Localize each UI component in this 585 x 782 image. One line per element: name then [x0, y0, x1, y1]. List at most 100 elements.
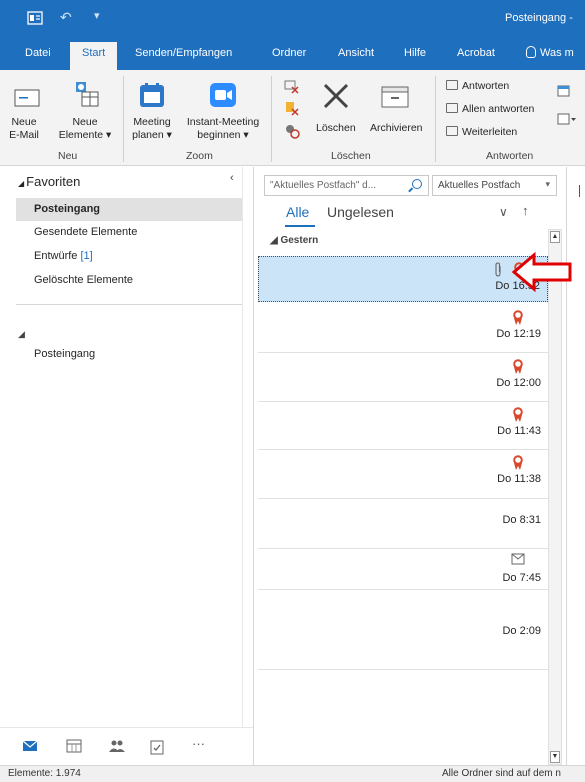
meeting-calendar-icon[interactable] [139, 82, 165, 108]
chevron-down-icon: ▾ [545, 179, 550, 189]
tab-acrobat[interactable]: Acrobat [457, 47, 495, 59]
search-icon[interactable] [412, 179, 422, 189]
favorites-expand-icon: ◢ [18, 179, 25, 188]
group-label-neu: Neu [58, 150, 78, 162]
message-row[interactable]: Do 16:52 [258, 256, 548, 302]
ribbon-tab-strip: Datei Start Senden/Empfangen Ordner Ansi… [0, 38, 585, 70]
message-row[interactable]: Do 11:43 [258, 402, 548, 450]
message-row[interactable]: Do 12:19 [258, 305, 548, 353]
ribbon-badge-icon[interactable] [512, 359, 524, 375]
outlook-app-icon [27, 11, 43, 25]
new-items-button[interactable]: Neue Elemente ▾ [56, 116, 114, 142]
tab-ordner[interactable]: Ordner [272, 47, 306, 59]
folder-entwuerfe[interactable]: Entwürfe [1] [16, 245, 242, 268]
group-header-gestern[interactable]: ◢ Gestern [270, 235, 318, 246]
forward-label: Weiterleiten [462, 126, 518, 138]
calendar-nav-icon[interactable] [66, 739, 82, 753]
message-time: Do 7:45 [502, 572, 541, 584]
reply-label: Antworten [462, 80, 510, 92]
undo-icon[interactable]: ↶ [60, 9, 72, 26]
ribbon-badge-icon[interactable] [512, 455, 524, 471]
more-nav-icon[interactable]: ··· [192, 736, 205, 751]
message-row[interactable]: Do 12:00 [258, 354, 548, 402]
tasks-nav-icon[interactable] [150, 739, 164, 755]
meeting-plan-button[interactable]: Meeting planen ▾ [128, 116, 176, 142]
group-label-zoom: Zoom [186, 150, 213, 162]
folder-gesendete-elemente[interactable]: Gesendete Elemente [16, 221, 242, 244]
forward-button[interactable]: Weiterleiten [446, 126, 517, 138]
new-email-label-2: E-Mail [9, 129, 39, 141]
ribbon-separator [123, 76, 124, 162]
meeting-label-1: Meeting [133, 116, 171, 128]
tab-senden-empfangen[interactable]: Senden/Empfangen [135, 47, 232, 59]
archive-box-icon[interactable] [381, 86, 409, 108]
scroll-down-button[interactable]: ▼ [550, 751, 560, 763]
people-nav-icon[interactable] [108, 739, 126, 753]
tab-start[interactable]: Start [70, 42, 118, 70]
folder-geloeschte-elemente[interactable]: Gelöschte Elemente [16, 269, 242, 292]
instant-meeting-label-1: Instant-Meeting [186, 116, 260, 128]
filter-all-tab[interactable]: Alle [286, 204, 309, 220]
delete-x-icon[interactable] [322, 82, 350, 110]
message-list-scrollbar[interactable]: ▲ ▼ [548, 229, 562, 765]
message-row[interactable]: Do 2:09 [258, 590, 548, 670]
search-scope-label: Aktuelles Postfach [438, 180, 521, 191]
folder-label: Entwürfe [34, 250, 78, 262]
new-email-label-1: Neue [11, 116, 37, 128]
new-items-label-1: Neue [72, 116, 98, 128]
ignore-icon[interactable] [283, 78, 301, 96]
message-time: Do 11:43 [497, 425, 541, 437]
more-respond-icon[interactable] [557, 112, 577, 126]
tab-datei[interactable]: Datei [25, 47, 51, 59]
ribbon-badge-icon[interactable] [512, 407, 524, 423]
reply-button[interactable]: Antworten [446, 80, 509, 92]
message-row[interactable]: Do 11:38 [258, 450, 548, 499]
favorites-header[interactable]: ◢ Favoriten [18, 174, 80, 189]
search-scope-select[interactable]: Aktuelles Postfach ▾ [432, 175, 557, 196]
ribbon-badge-icon[interactable] [512, 310, 524, 326]
ribbon-separator [435, 76, 436, 162]
search-placeholder: "Aktuelles Postfach" d... [270, 180, 377, 191]
archive-button[interactable]: Archivieren [370, 122, 423, 135]
folder-label: Posteingang [34, 203, 101, 215]
new-email-icon[interactable] [14, 86, 40, 108]
folder-posteingang-account[interactable]: Posteingang [16, 343, 242, 366]
status-bar: Elemente: 1.974 Alle Ordner sind auf dem… [0, 765, 585, 782]
message-row[interactable]: Do 7:45 [258, 549, 548, 590]
cleanup-icon[interactable] [283, 100, 301, 118]
scroll-up-button[interactable]: ▲ [550, 231, 560, 243]
quick-access-dropdown-icon[interactable]: ▾ [94, 9, 100, 22]
tell-me-label: Was m [540, 47, 574, 59]
forward-icon [446, 126, 458, 136]
new-items-icon[interactable] [72, 80, 100, 110]
zoom-video-icon[interactable] [209, 82, 237, 108]
sort-options-icon[interactable]: ∨ [499, 205, 508, 219]
reply-all-icon [446, 103, 458, 113]
collapse-pane-icon[interactable]: ‹ [230, 172, 234, 184]
window-title: Posteingang - [505, 12, 573, 24]
folder-divider [16, 304, 242, 305]
reply-all-label: Allen antworten [462, 103, 535, 115]
instant-meeting-button[interactable]: Instant-Meeting beginnen ▾ [182, 116, 264, 142]
reply-icon [446, 80, 458, 90]
mail-nav-icon[interactable] [22, 739, 38, 753]
delete-button[interactable]: Löschen [316, 122, 356, 135]
search-input[interactable]: "Aktuelles Postfach" d... [264, 175, 429, 196]
tell-me-search[interactable]: Was m [526, 46, 574, 59]
message-row[interactable]: Do 8:31 [258, 500, 548, 549]
junk-icon[interactable] [283, 122, 301, 140]
message-time: Do 12:00 [496, 377, 541, 389]
sort-direction-icon[interactable]: ↑ [522, 203, 529, 218]
reply-all-button[interactable]: Allen antworten [446, 103, 534, 115]
account-expand-icon[interactable]: ◢ [18, 329, 25, 340]
tab-ansicht[interactable]: Ansicht [338, 47, 374, 59]
replied-icon [511, 553, 525, 565]
tab-hilfe[interactable]: Hilfe [404, 47, 426, 59]
meeting-reply-icon[interactable] [557, 84, 571, 98]
attachment-icon [495, 262, 501, 277]
favorites-label: Favoriten [26, 174, 81, 189]
new-email-button[interactable]: Neue E-Mail [6, 116, 42, 142]
filter-unread-tab[interactable]: Ungelesen [327, 204, 394, 220]
navigation-bar: ··· [0, 727, 253, 765]
folder-posteingang-fav[interactable]: Posteingang [16, 198, 242, 221]
